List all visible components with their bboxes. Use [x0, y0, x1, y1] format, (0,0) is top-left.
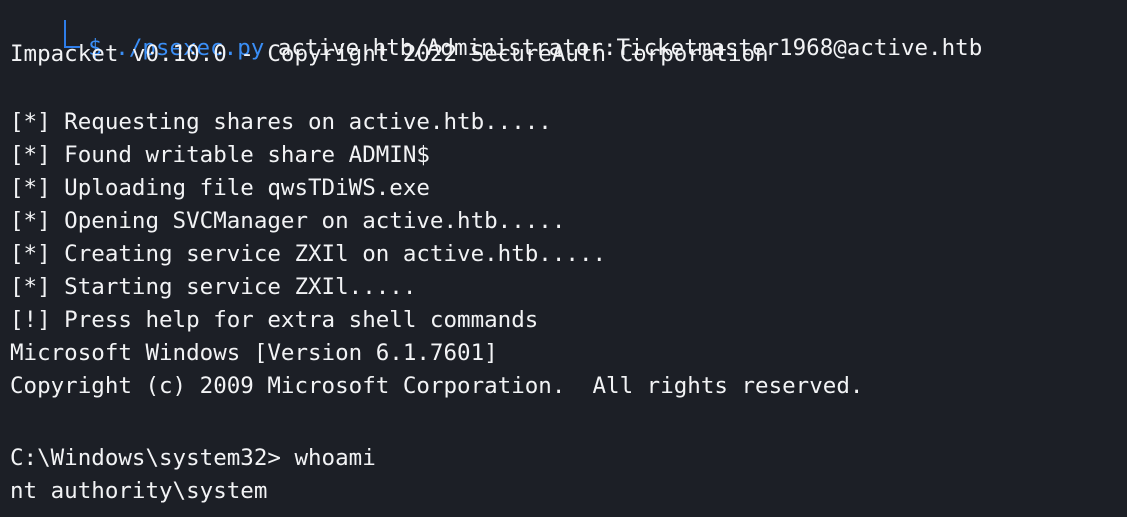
output-line: nt authority\system	[10, 478, 268, 504]
output-line: [*] Creating service ZXIl on active.htb.…	[10, 241, 607, 267]
output-line: Copyright (c) 2009 Microsoft Corporation…	[10, 373, 864, 399]
output-line: [*] Uploading file qwsTDiWS.exe	[10, 175, 430, 201]
prompt-line: $ ./psexec.py active.htb/Administrator:T…	[10, 0, 982, 61]
output-line: [*] Opening SVCManager on active.htb....…	[10, 208, 566, 234]
output-line: [*] Starting service ZXIl.....	[10, 274, 417, 300]
shell-prompt-line: C:\Windows\system32> whoami	[10, 445, 376, 471]
output-line: Microsoft Windows [Version 6.1.7601]	[10, 340, 498, 366]
output-line: Impacket v0.10.0 - Copyright 2022 Secure…	[10, 41, 769, 67]
output-line: [*] Requesting shares on active.htb.....	[10, 109, 552, 135]
output-line: [*] Found writable share ADMIN$	[10, 142, 430, 168]
output-line: [!] Press help for extra shell commands	[10, 307, 539, 333]
terminal-window[interactable]: $ ./psexec.py active.htb/Administrator:T…	[0, 0, 1127, 517]
